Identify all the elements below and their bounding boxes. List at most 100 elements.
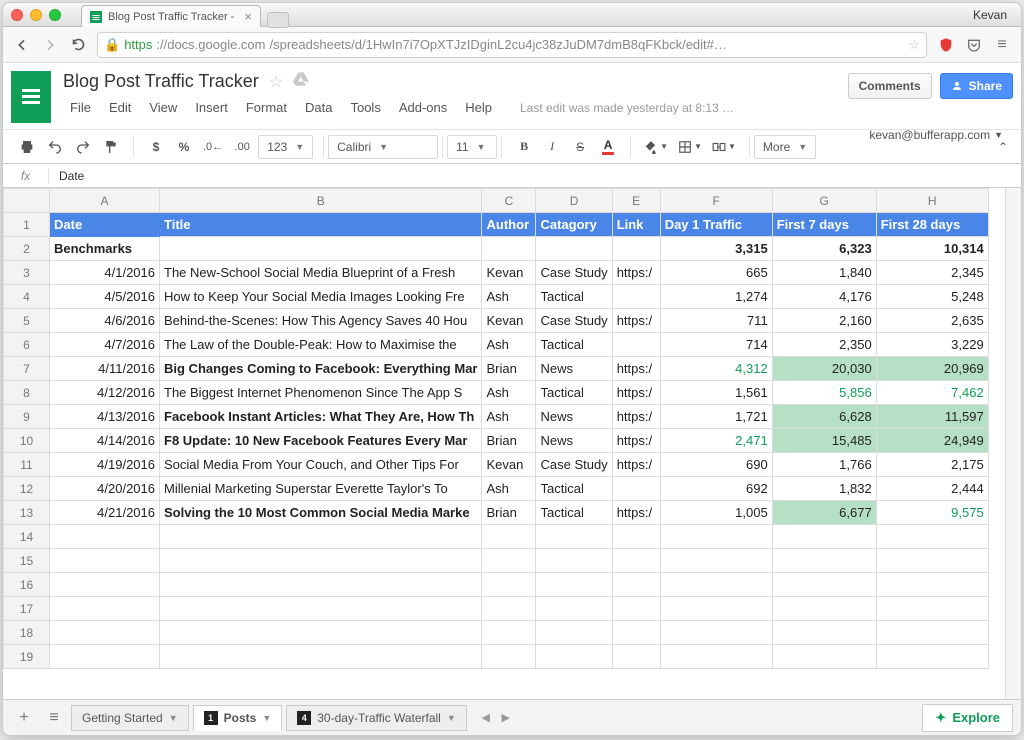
cell[interactable]: 1,561 xyxy=(660,381,772,405)
row-header[interactable]: 3 xyxy=(4,261,50,285)
row-header[interactable]: 13 xyxy=(4,501,50,525)
cell[interactable] xyxy=(482,621,536,645)
cell[interactable]: 5,856 xyxy=(772,381,876,405)
cell[interactable]: Link xyxy=(612,213,660,237)
cell[interactable]: Facebook Instant Articles: What They Are… xyxy=(160,405,482,429)
cell[interactable] xyxy=(612,237,660,261)
cell[interactable] xyxy=(482,597,536,621)
cell[interactable] xyxy=(536,525,612,549)
back-icon[interactable] xyxy=(13,36,31,54)
cell[interactable] xyxy=(612,285,660,309)
add-sheet-button[interactable]: + xyxy=(11,705,37,731)
minimize-window-icon[interactable] xyxy=(30,9,42,21)
cell[interactable]: 2,350 xyxy=(772,333,876,357)
row-header[interactable]: 16 xyxy=(4,573,50,597)
col-header-G[interactable]: G xyxy=(772,189,876,213)
row-header[interactable]: 15 xyxy=(4,549,50,573)
col-header-H[interactable]: H xyxy=(876,189,988,213)
cell[interactable]: 714 xyxy=(660,333,772,357)
star-document-icon[interactable]: ☆ xyxy=(269,72,283,92)
cell[interactable]: 4/20/2016 xyxy=(50,477,160,501)
cell[interactable]: Tactical xyxy=(536,381,612,405)
cell[interactable] xyxy=(482,549,536,573)
cell[interactable] xyxy=(612,597,660,621)
menu-data[interactable]: Data xyxy=(298,96,339,119)
cell[interactable]: Case Study xyxy=(536,261,612,285)
cell[interactable]: Author xyxy=(482,213,536,237)
cell[interactable] xyxy=(612,573,660,597)
cell[interactable]: The New-School Social Media Blueprint of… xyxy=(160,261,482,285)
cell[interactable] xyxy=(160,525,482,549)
forward-icon[interactable] xyxy=(41,36,59,54)
cell[interactable]: 4/21/2016 xyxy=(50,501,160,525)
cell[interactable] xyxy=(660,645,772,669)
fill-color-icon[interactable]: ▼ xyxy=(641,135,671,159)
cell[interactable] xyxy=(772,573,876,597)
cell[interactable]: 9,575 xyxy=(876,501,988,525)
vertical-scrollbar[interactable] xyxy=(1005,188,1021,699)
cell[interactable] xyxy=(536,621,612,645)
cell[interactable]: Social Media From Your Couch, and Other … xyxy=(160,453,482,477)
cell[interactable] xyxy=(536,597,612,621)
cell[interactable]: https:/ xyxy=(612,501,660,525)
cell[interactable]: https:/ xyxy=(612,429,660,453)
cell[interactable] xyxy=(772,525,876,549)
cell[interactable]: 1,832 xyxy=(772,477,876,501)
borders-icon[interactable]: ▼ xyxy=(675,135,705,159)
cell[interactable]: Millenial Marketing Superstar Everette T… xyxy=(160,477,482,501)
scroll-tabs-left-icon[interactable]: ◀ xyxy=(477,709,495,727)
cell[interactable]: Tactical xyxy=(536,501,612,525)
cell[interactable]: 1,721 xyxy=(660,405,772,429)
cell[interactable]: 4/11/2016 xyxy=(50,357,160,381)
font-family-dropdown[interactable]: Calibri▼ xyxy=(328,135,438,159)
last-edit-text[interactable]: Last edit was made yesterday at 8:13 … xyxy=(513,97,741,119)
format-currency-icon[interactable]: $ xyxy=(144,135,168,159)
cell[interactable]: 24,949 xyxy=(876,429,988,453)
cell[interactable] xyxy=(536,573,612,597)
undo-icon[interactable] xyxy=(43,135,67,159)
cell[interactable]: Brian xyxy=(482,429,536,453)
menu-addons[interactable]: Add-ons xyxy=(392,96,454,119)
sheet-tab-waterfall[interactable]: 430-day-Traffic Waterfall▼ xyxy=(286,705,467,731)
cell[interactable] xyxy=(160,645,482,669)
cell[interactable]: 2,175 xyxy=(876,453,988,477)
cell[interactable]: Title xyxy=(160,213,482,237)
row-header[interactable]: 19 xyxy=(4,645,50,669)
cell[interactable] xyxy=(482,573,536,597)
cell[interactable]: Solving the 10 Most Common Social Media … xyxy=(160,501,482,525)
cell[interactable] xyxy=(612,525,660,549)
new-tab-button[interactable] xyxy=(267,12,289,28)
cell[interactable]: Kevan xyxy=(482,453,536,477)
cell[interactable]: 6,323 xyxy=(772,237,876,261)
cell[interactable]: 4/13/2016 xyxy=(50,405,160,429)
cell[interactable]: News xyxy=(536,357,612,381)
row-header[interactable]: 7 xyxy=(4,357,50,381)
sheet-tab-getting-started[interactable]: Getting Started▼ xyxy=(71,705,189,731)
redo-icon[interactable] xyxy=(71,135,95,159)
cell[interactable] xyxy=(772,621,876,645)
chrome-profile[interactable]: Kevan xyxy=(967,6,1013,24)
print-icon[interactable] xyxy=(15,135,39,159)
cell[interactable] xyxy=(612,645,660,669)
cell[interactable]: 4/19/2016 xyxy=(50,453,160,477)
comments-button[interactable]: Comments xyxy=(848,73,932,99)
cell[interactable] xyxy=(50,621,160,645)
decrease-decimal-icon[interactable]: .0← xyxy=(200,135,226,159)
cell[interactable]: 711 xyxy=(660,309,772,333)
cell[interactable] xyxy=(160,597,482,621)
cell[interactable]: Big Changes Coming to Facebook: Everythi… xyxy=(160,357,482,381)
cell[interactable] xyxy=(482,525,536,549)
row-header[interactable]: 2 xyxy=(4,237,50,261)
menu-tools[interactable]: Tools xyxy=(343,96,387,119)
menu-format[interactable]: Format xyxy=(239,96,294,119)
menu-view[interactable]: View xyxy=(142,96,184,119)
col-header-D[interactable]: D xyxy=(536,189,612,213)
cell[interactable] xyxy=(660,525,772,549)
cell[interactable]: 7,462 xyxy=(876,381,988,405)
account-email[interactable]: kevan@bufferapp.com ▼ xyxy=(869,128,1003,142)
row-header[interactable]: 4 xyxy=(4,285,50,309)
move-to-drive-icon[interactable] xyxy=(293,72,309,91)
col-header-B[interactable]: B xyxy=(160,189,482,213)
cell[interactable] xyxy=(660,597,772,621)
extension-pocket-icon[interactable] xyxy=(965,36,983,54)
